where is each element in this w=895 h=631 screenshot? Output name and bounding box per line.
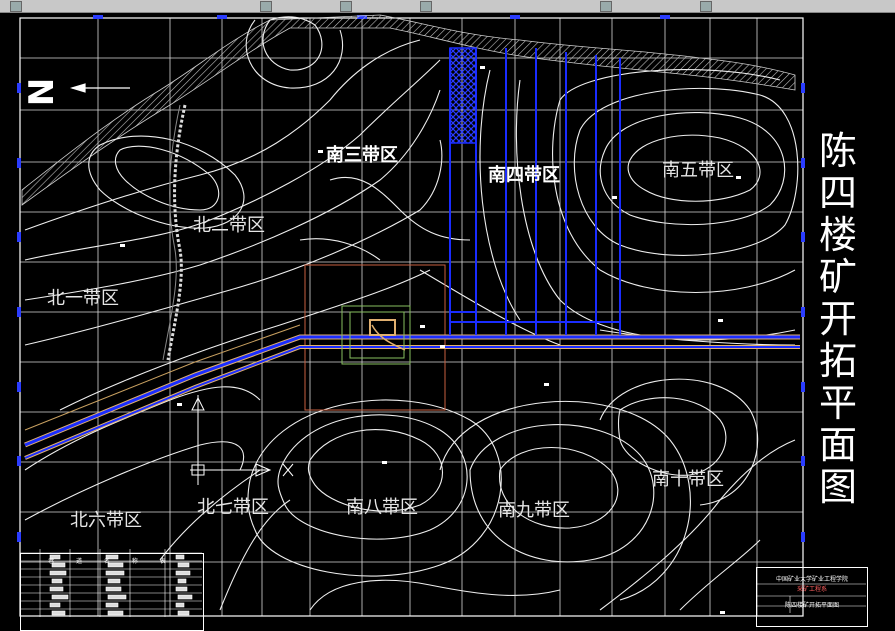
zone-label-nan-shi: 南十带区	[652, 469, 724, 490]
roadway-legend-table: 巷 道 名 称 表	[20, 553, 204, 631]
drawing-canvas[interactable]: N 南三带区 南四带区 南五带区 北二带区 北一带区 南十带区 北六带区 北七带…	[0, 12, 895, 631]
toolbar-button[interactable]	[260, 1, 272, 12]
north-arrow	[69, 83, 130, 93]
toolbar-button[interactable]	[340, 1, 352, 12]
title-char: 面	[818, 423, 857, 467]
mine-plan-drawing	[17, 14, 866, 617]
title-block-school: 中国矿业大学矿业工程学院	[775, 576, 848, 583]
spot-markers	[120, 66, 741, 614]
north-label: N	[22, 77, 63, 107]
toolbar-button[interactable]	[700, 1, 712, 12]
zone-label-nan-si: 南四带区	[488, 165, 560, 186]
title-char: 拓	[818, 339, 857, 383]
title-char: 图	[818, 465, 857, 509]
toolbar-button[interactable]	[10, 1, 22, 12]
title-char: 矿	[818, 255, 857, 299]
title-block-drawing: 陈四楼矿开拓平面图	[784, 602, 839, 609]
title-char: 开	[818, 297, 857, 341]
legend-title: 巷 道 名 称 表	[48, 558, 176, 565]
zone-label-nan-wu: 南五带区	[662, 160, 734, 181]
title-block-dept: 采矿工程系	[796, 586, 827, 593]
zone-label-bei-liu: 北六带区	[70, 510, 142, 531]
title-char: 楼	[818, 213, 857, 257]
title-block: 中国矿业大学矿业工程学院 采矿工程系 陈四楼矿开拓平面图	[756, 567, 868, 627]
shaft-pillar-hatch	[449, 47, 477, 144]
survey-markers	[190, 395, 294, 485]
zone-label-nan-ba: 南八带区	[346, 497, 418, 518]
toolbar-button[interactable]	[420, 1, 432, 12]
title-char: 陈	[818, 129, 857, 173]
toolbar-button[interactable]	[600, 1, 612, 12]
title-char: 四	[818, 171, 857, 215]
main-roadway	[24, 324, 800, 460]
zone-label-bei-yi: 北一带区	[47, 288, 119, 309]
drawing-title: 陈 四 楼 矿 开 拓 平 面 图	[813, 130, 863, 508]
zone-label-bei-qi: 北七带区	[197, 497, 269, 518]
title-char: 平	[818, 381, 857, 425]
zone-label-bei-er: 北二带区	[193, 215, 265, 236]
zone-label-nan-jiu: 南九带区	[498, 500, 570, 521]
zone-label-nan-san: 南三带区	[326, 145, 398, 166]
